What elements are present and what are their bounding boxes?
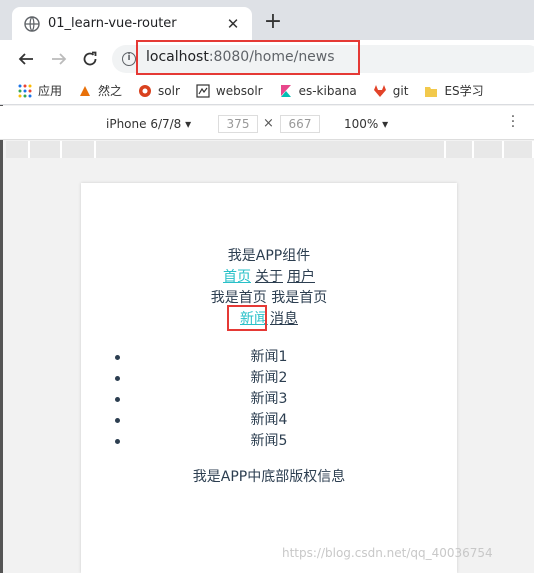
- bookmark-websolr[interactable]: websolr: [196, 84, 263, 98]
- apps-grid-icon: [18, 84, 32, 97]
- ranzhi-icon: [80, 85, 91, 96]
- active-link-highlight-box: [227, 305, 267, 331]
- height-input[interactable]: 667: [280, 115, 320, 133]
- main-nav: 首页 关于 用户: [81, 266, 457, 286]
- bookmark-label: 应用: [38, 84, 63, 98]
- bookmark-git[interactable]: git: [373, 83, 409, 98]
- websolr-icon: [196, 83, 210, 98]
- app-footer: 我是APP中底部版权信息: [192, 469, 346, 485]
- tab-title: 01_learn-vue-router: [48, 16, 177, 31]
- news-item-text: 新闻3: [250, 391, 288, 407]
- tab-strip: 01_learn-vue-router ✕ +: [0, 0, 534, 40]
- forward-arrow-icon: [52, 53, 67, 65]
- news-item-text: 新闻4: [250, 412, 288, 428]
- sub-nav: 新闻 消息: [81, 308, 457, 328]
- gitlab-icon: [373, 84, 386, 97]
- folder-icon: [425, 86, 438, 97]
- media-query-ruler: [6, 141, 534, 158]
- url-highlight-box: [136, 40, 360, 75]
- list-item: 新闻3: [81, 389, 457, 410]
- left-window-edge: [0, 105, 3, 573]
- chevron-down-icon: ▾: [382, 117, 389, 131]
- zoom-value: 100%: [344, 117, 379, 131]
- site-info-icon[interactable]: i: [122, 52, 136, 66]
- nav-link-about[interactable]: 关于: [255, 269, 283, 285]
- nav-link-user[interactable]: 用户: [287, 269, 315, 285]
- bookmark-label: solr: [158, 83, 180, 98]
- bookmark-solr[interactable]: solr: [138, 84, 180, 98]
- more-options-icon[interactable]: · · ·: [510, 110, 516, 134]
- news-item-text: 新闻5: [250, 433, 288, 449]
- news-item-text: 新闻2: [250, 370, 288, 386]
- new-tab-button[interactable]: +: [263, 11, 283, 33]
- news-list: 新闻1 新闻2 新闻3 新闻4 新闻5: [81, 347, 457, 452]
- watermark: https://blog.csdn.net/qq_40036754: [282, 546, 493, 560]
- width-input[interactable]: 375: [218, 115, 258, 133]
- bullet: [115, 355, 120, 360]
- news-item-text: 新闻1: [250, 349, 288, 365]
- device-toolbar: iPhone 6/7/8 ▾ 375 × 667 100% ▾ · · ·: [0, 106, 534, 140]
- back-arrow-icon: [18, 53, 33, 65]
- nav-link-home[interactable]: 首页: [223, 269, 251, 285]
- solr-icon: [139, 84, 152, 97]
- bookmark-label: es-kibana: [298, 83, 357, 98]
- chevron-down-icon: ▾: [185, 117, 192, 131]
- bookmarks-bar: 应用 然之 solr websolr es-kibana git ES学习: [0, 77, 534, 105]
- device-select[interactable]: iPhone 6/7/8 ▾: [106, 117, 191, 131]
- bookmark-es-study[interactable]: ES学习: [424, 82, 484, 99]
- forward-button[interactable]: [47, 47, 71, 71]
- reload-icon: [83, 51, 97, 66]
- bullet: [115, 397, 120, 402]
- bookmark-label: websolr: [215, 83, 263, 98]
- bookmark-label: git: [392, 83, 409, 98]
- bookmark-label: 然之: [98, 84, 123, 98]
- list-item: 新闻2: [81, 368, 457, 389]
- kibana-icon: [280, 84, 291, 97]
- bookmark-ranzhi[interactable]: 然之: [78, 82, 122, 99]
- list-item: 新闻5: [81, 431, 457, 452]
- bullet: [115, 439, 120, 444]
- globe-icon: [24, 15, 40, 32]
- app-header: 我是APP组件: [227, 248, 311, 264]
- zoom-select[interactable]: 100% ▾: [344, 117, 388, 131]
- back-button[interactable]: [14, 47, 38, 71]
- reload-button[interactable]: [78, 47, 102, 71]
- bookmark-apps[interactable]: 应用: [18, 82, 62, 99]
- home-text: 我是首页 我是首页: [210, 290, 328, 306]
- list-item: 新闻1: [81, 347, 457, 368]
- sub-nav-link-message[interactable]: 消息: [270, 311, 298, 327]
- bookmark-es-kibana[interactable]: es-kibana: [279, 84, 357, 98]
- device-name: iPhone 6/7/8: [106, 117, 182, 131]
- device-viewport: 我是APP组件 首页 关于 用户 我是首页 我是首页 新闻 消息 新闻1 新闻2 新闻…: [81, 183, 457, 573]
- bookmark-label: ES学习: [444, 84, 484, 98]
- close-tab-icon[interactable]: ✕: [222, 13, 244, 35]
- list-item: 新闻4: [81, 410, 457, 431]
- times-sign: ×: [263, 116, 274, 131]
- bullet: [115, 376, 120, 381]
- bullet: [115, 418, 120, 423]
- browser-tab[interactable]: 01_learn-vue-router ✕: [12, 7, 252, 40]
